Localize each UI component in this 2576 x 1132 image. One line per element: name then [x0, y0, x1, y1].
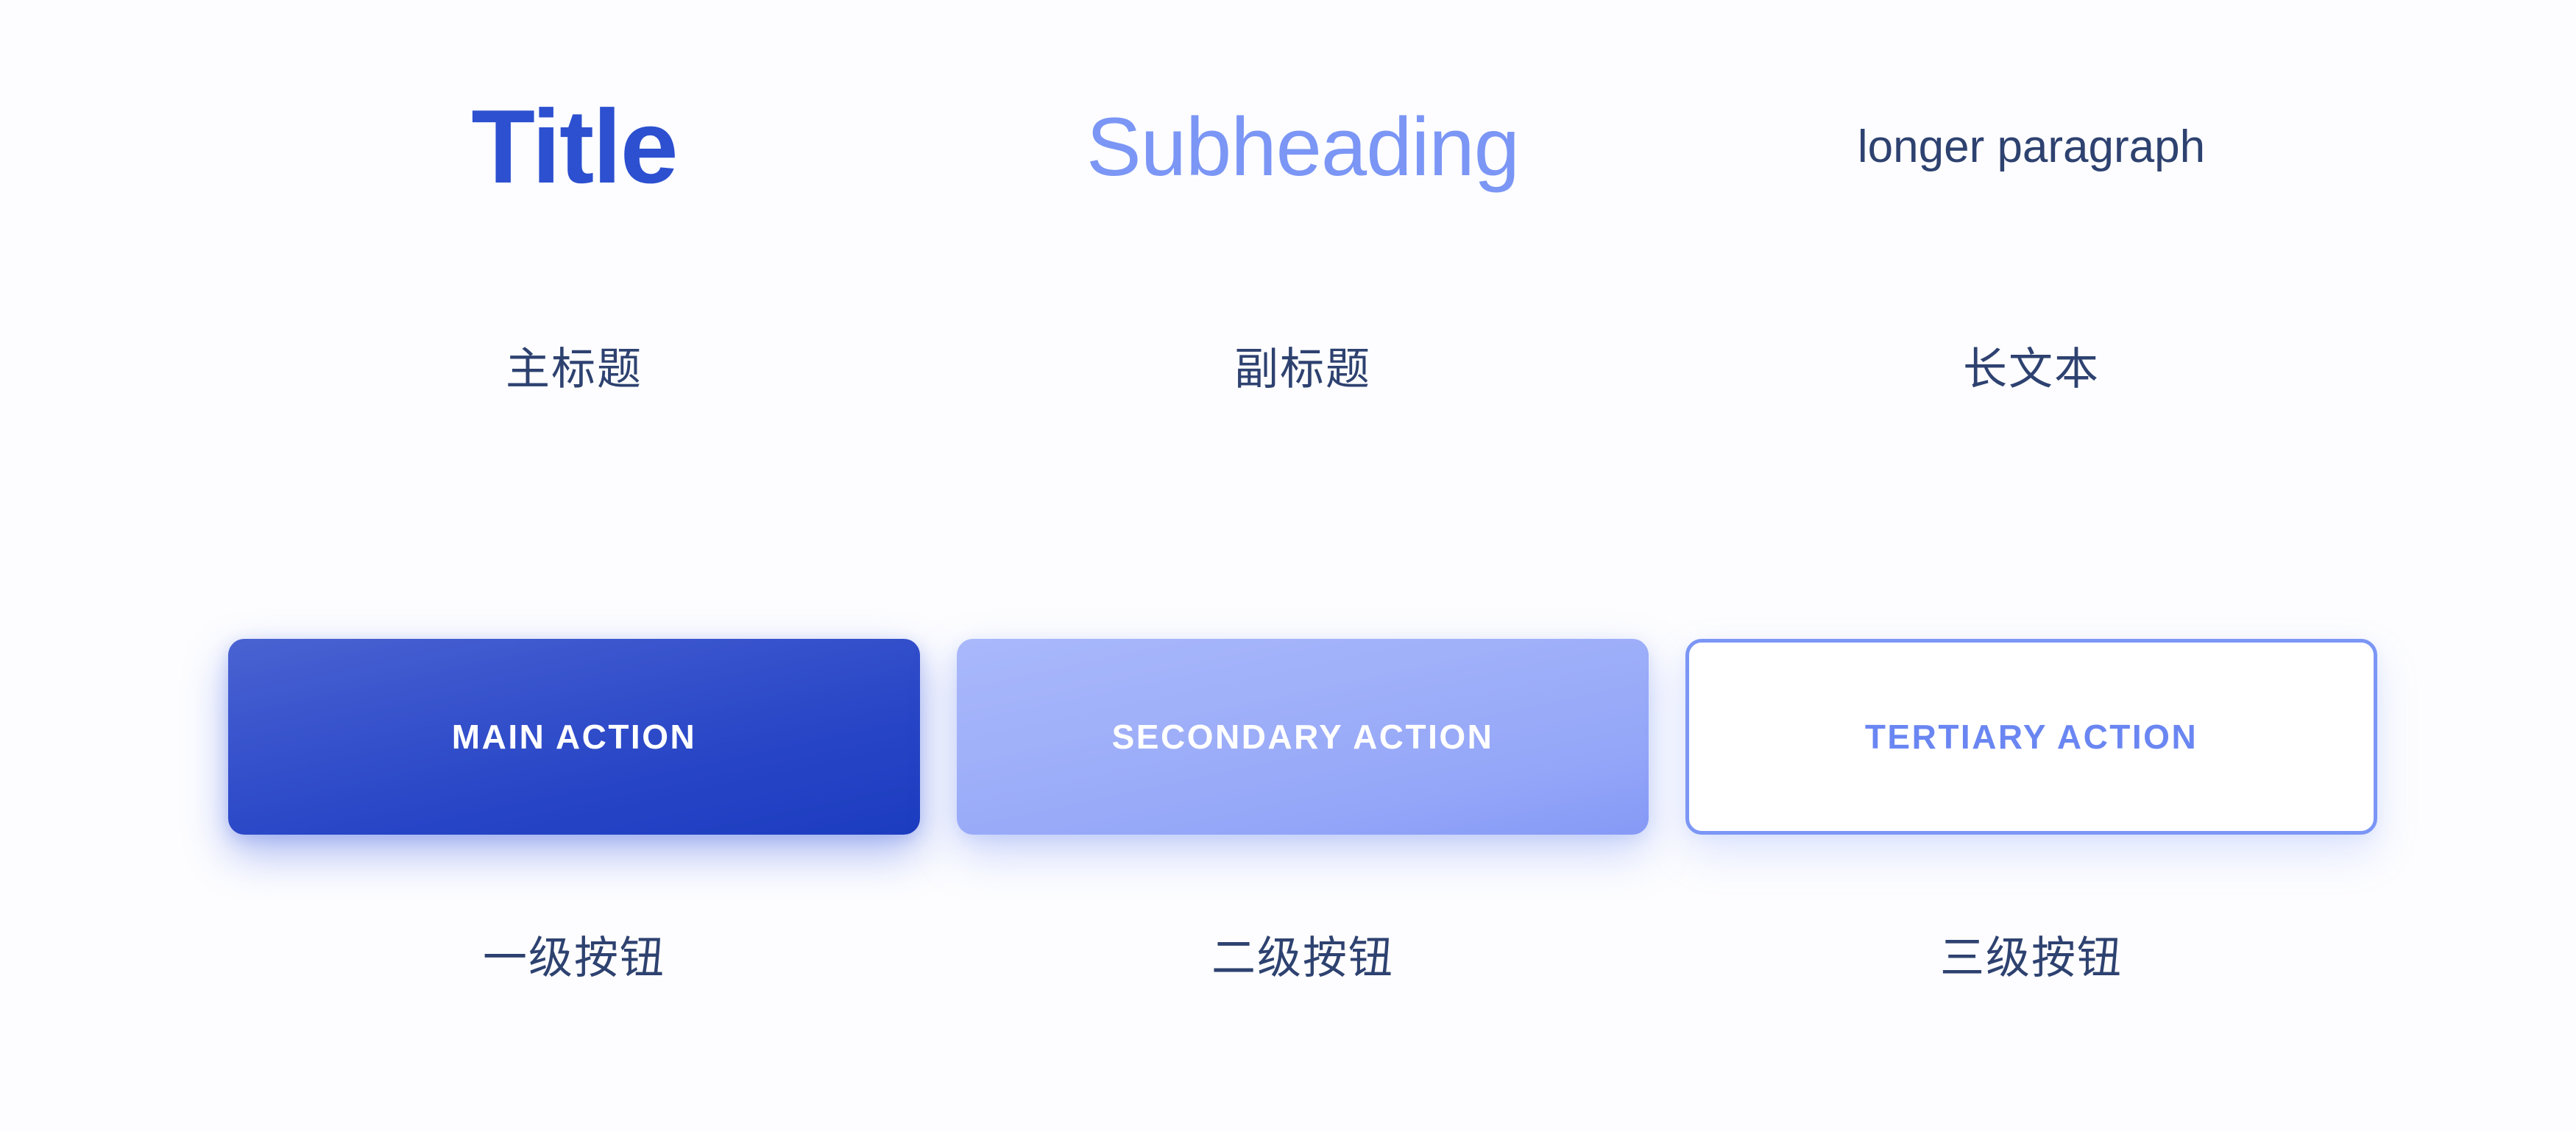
typography-caption-row: 主标题 副标题 长文本 — [0, 340, 2576, 399]
tertiary-action-button[interactable]: TERTIARY ACTION — [1685, 639, 2377, 835]
button-caption-tertiary: 三级按钮 — [1940, 933, 2123, 983]
button-caption-primary-cell: 一级按钮 — [228, 936, 920, 980]
typography-caption-title-cell: 主标题 — [228, 347, 920, 392]
button-caption-primary: 一级按钮 — [483, 933, 665, 983]
typography-specimen-title: Title — [228, 95, 920, 199]
button-caption-tertiary-cell: 三级按钮 — [1685, 936, 2377, 980]
typography-specimen-paragraph: longer paragraph — [1685, 124, 2377, 170]
primary-button-slot: MAIN ACTION — [228, 639, 920, 835]
subheading-sample-text: Subheading — [1086, 101, 1520, 193]
typography-caption-title: 主标题 — [506, 344, 643, 394]
tertiary-button-slot: TERTIARY ACTION — [1685, 639, 2377, 835]
button-specimen-row: MAIN ACTION SECONDARY ACTION TERTIARY AC… — [0, 639, 2576, 835]
main-action-button[interactable]: MAIN ACTION — [228, 639, 920, 835]
button-caption-secondary-cell: 二级按钮 — [957, 936, 1649, 980]
secondary-button-slot: SECONDARY ACTION — [957, 639, 1649, 835]
typography-caption-subheading: 副标题 — [1234, 344, 1371, 394]
button-caption-row: 一级按钮 二级按钮 三级按钮 — [0, 929, 2576, 988]
typography-caption-paragraph-cell: 长文本 — [1685, 347, 2377, 392]
title-sample-text: Title — [471, 88, 678, 205]
typography-caption-subheading-cell: 副标题 — [957, 347, 1649, 392]
typography-caption-paragraph: 长文本 — [1963, 344, 2100, 394]
typography-specimen-row: Title Subheading longer paragraph — [0, 88, 2576, 206]
paragraph-sample-text: longer paragraph — [1857, 121, 2206, 172]
secondary-action-button[interactable]: SECONDARY ACTION — [957, 639, 1649, 835]
typography-specimen-subheading: Subheading — [957, 106, 1649, 188]
style-guide-canvas: Title Subheading longer paragraph 主标题 副标… — [0, 0, 2576, 1132]
button-caption-secondary: 二级按钮 — [1211, 933, 1394, 983]
